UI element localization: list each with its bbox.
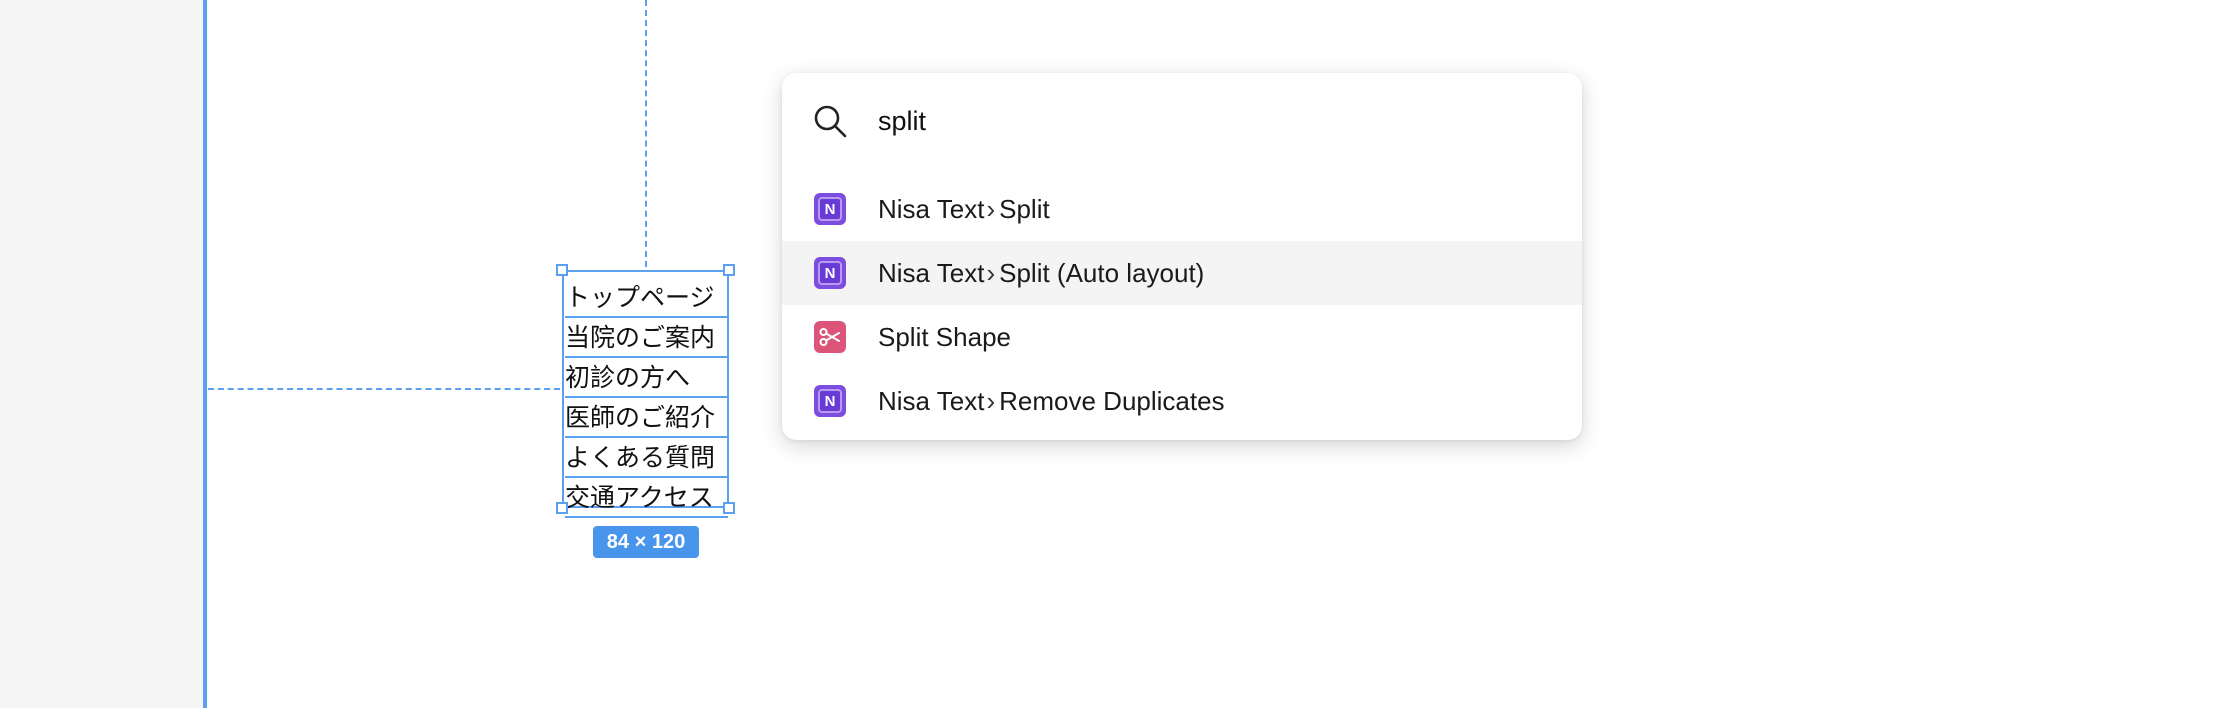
search-input[interactable] [878, 97, 1538, 145]
resize-handle-bottom-right[interactable] [723, 502, 735, 514]
text-line: トップページ [565, 278, 728, 318]
nisa-text-icon: N [814, 193, 846, 225]
result-label: Split Shape [878, 322, 1011, 352]
selected-text-layer[interactable]: トップページ 当院のご案内 初診の方へ 医師のご紹介 よくある質問 交通アクセス [562, 270, 729, 512]
nisa-text-icon: N [814, 257, 846, 289]
text-line: 初診の方へ [565, 358, 728, 398]
search-icon [814, 105, 847, 138]
nisa-text-icon: N [814, 385, 846, 417]
frame-edge-line [203, 0, 207, 708]
left-side-panel [0, 0, 203, 708]
command-palette: N Nisa Text›Split N Nisa Text›Split (Aut… [782, 73, 1582, 440]
result-label: Nisa Text› Split (Auto layout) [878, 258, 1205, 288]
resize-handle-bottom-left[interactable] [556, 502, 568, 514]
horizontal-guide-line [208, 388, 560, 390]
search-row [782, 73, 1582, 169]
text-line: 交通アクセス [565, 478, 728, 518]
vertical-guide-line [645, 0, 647, 267]
resize-handle-top-right[interactable] [723, 264, 735, 276]
result-item-split-auto-layout[interactable]: N Nisa Text› Split (Auto layout) [782, 241, 1582, 305]
scissors-icon [814, 321, 846, 353]
text-line: 当院のご案内 [565, 318, 728, 358]
result-label: Nisa Text› Remove Duplicates [878, 386, 1225, 416]
result-item-split[interactable]: N Nisa Text› Split [782, 177, 1582, 241]
results-list: N Nisa Text› Split N Nisa Text› Split (Aut… [782, 177, 1582, 433]
resize-handle-top-left[interactable] [556, 264, 568, 276]
text-lines: トップページ 当院のご案内 初診の方へ 医師のご紹介 よくある質問 交通アクセス [565, 278, 728, 518]
result-item-remove-duplicates[interactable]: N Nisa Text› Remove Duplicates [782, 369, 1582, 433]
size-badge: 84 × 120 [593, 526, 699, 558]
text-line: 医師のご紹介 [565, 398, 728, 438]
result-label: Nisa Text› Split [878, 194, 1050, 224]
result-item-split-shape[interactable]: Split Shape [782, 305, 1582, 369]
text-line: よくある質問 [565, 438, 728, 478]
